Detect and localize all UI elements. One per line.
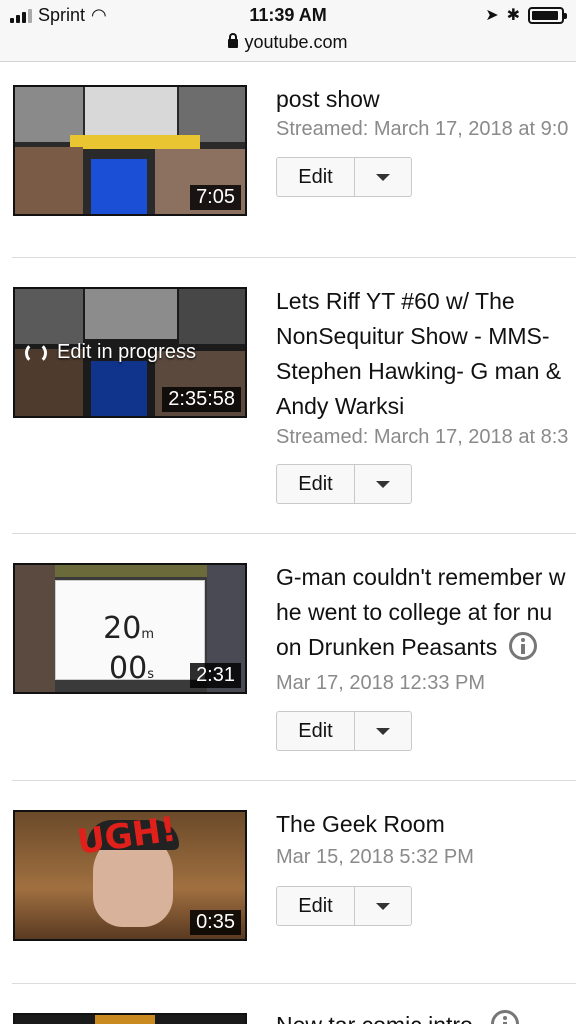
- edit-button[interactable]: Edit: [277, 158, 355, 196]
- video-title[interactable]: New tar comic intro: [276, 1008, 519, 1024]
- title-line: Lets Riff YT #60 w/ The: [276, 288, 515, 314]
- edit-button[interactable]: Edit: [277, 712, 355, 750]
- lock-icon: [228, 33, 239, 48]
- video-title[interactable]: G-man couldn't remember w he went to col…: [276, 560, 565, 665]
- title-line: New tar comic intro: [276, 1008, 519, 1024]
- bluetooth-icon: ✱: [506, 7, 520, 24]
- sync-icon: [25, 341, 47, 364]
- video-duration: 0:35: [190, 910, 241, 935]
- battery-icon: [528, 6, 567, 24]
- location-arrow-icon: ➤: [485, 7, 499, 24]
- address-bar[interactable]: youtube.com: [0, 32, 576, 53]
- video-date: Streamed: March 17, 2018 at 8:3: [276, 426, 569, 448]
- edit-button-group: Edit: [276, 886, 412, 926]
- video-thumbnail[interactable]: UGH! 0:35: [13, 810, 247, 941]
- status-bar: Sprint ◠ 11:39 AM ➤ ✱ youtube.com: [0, 0, 576, 62]
- video-title[interactable]: The Geek Room: [276, 807, 445, 842]
- video-date: Streamed: March 17, 2018 at 9:0: [276, 118, 569, 140]
- chevron-down-icon: [376, 173, 390, 181]
- info-icon[interactable]: [490, 1010, 519, 1024]
- divider: [12, 257, 576, 258]
- title-line: The Geek Room: [276, 811, 445, 837]
- title-line: on Drunken Peasants: [276, 630, 565, 665]
- video-date: Mar 17, 2018 12:33 PM: [276, 672, 486, 694]
- title-line: NonSequitur Show - MMS-: [276, 323, 550, 349]
- more-options-button[interactable]: [355, 465, 411, 503]
- title-line: he went to college at for nu: [276, 599, 553, 625]
- url-text: youtube.com: [244, 32, 348, 52]
- chevron-down-icon: [376, 902, 390, 910]
- edit-button[interactable]: Edit: [277, 887, 355, 925]
- edit-button-group: Edit: [276, 464, 412, 504]
- video-duration: 2:35:58: [162, 387, 241, 412]
- divider: [12, 983, 576, 984]
- divider: [12, 780, 576, 781]
- video-date: Mar 15, 2018 5:32 PM: [276, 846, 474, 868]
- video-thumbnail[interactable]: 7:05: [13, 85, 247, 216]
- video-duration: 2:31: [190, 663, 241, 688]
- title-line: post show: [276, 86, 380, 112]
- more-options-button[interactable]: [355, 887, 411, 925]
- edit-button-group: Edit: [276, 711, 412, 751]
- video-title[interactable]: Lets Riff YT #60 w/ The NonSequitur Show…: [276, 284, 561, 424]
- chevron-down-icon: [376, 480, 390, 488]
- more-options-button[interactable]: [355, 712, 411, 750]
- chevron-down-icon: [376, 727, 390, 735]
- title-line: Andy Warksi: [276, 393, 405, 419]
- info-icon[interactable]: [509, 632, 538, 660]
- title-line: G-man couldn't remember w: [276, 564, 566, 590]
- video-thumbnail[interactable]: Edit in progress 2:35:58: [13, 287, 247, 418]
- timer-card: 20m 00s: [55, 580, 205, 686]
- more-options-button[interactable]: [355, 158, 411, 196]
- divider: [12, 533, 576, 534]
- video-title[interactable]: post show: [276, 82, 380, 117]
- title-line: Stephen Hawking- G man &: [276, 358, 562, 384]
- edit-button-group: Edit: [276, 157, 412, 197]
- video-duration: 7:05: [190, 185, 241, 210]
- video-thumbnail[interactable]: 20m 00s 2:31: [13, 563, 247, 694]
- status-right: ➤ ✱: [485, 5, 567, 25]
- edit-in-progress-label: Edit in progress: [25, 341, 196, 364]
- video-thumbnail[interactable]: [13, 1013, 247, 1024]
- edit-button[interactable]: Edit: [277, 465, 355, 503]
